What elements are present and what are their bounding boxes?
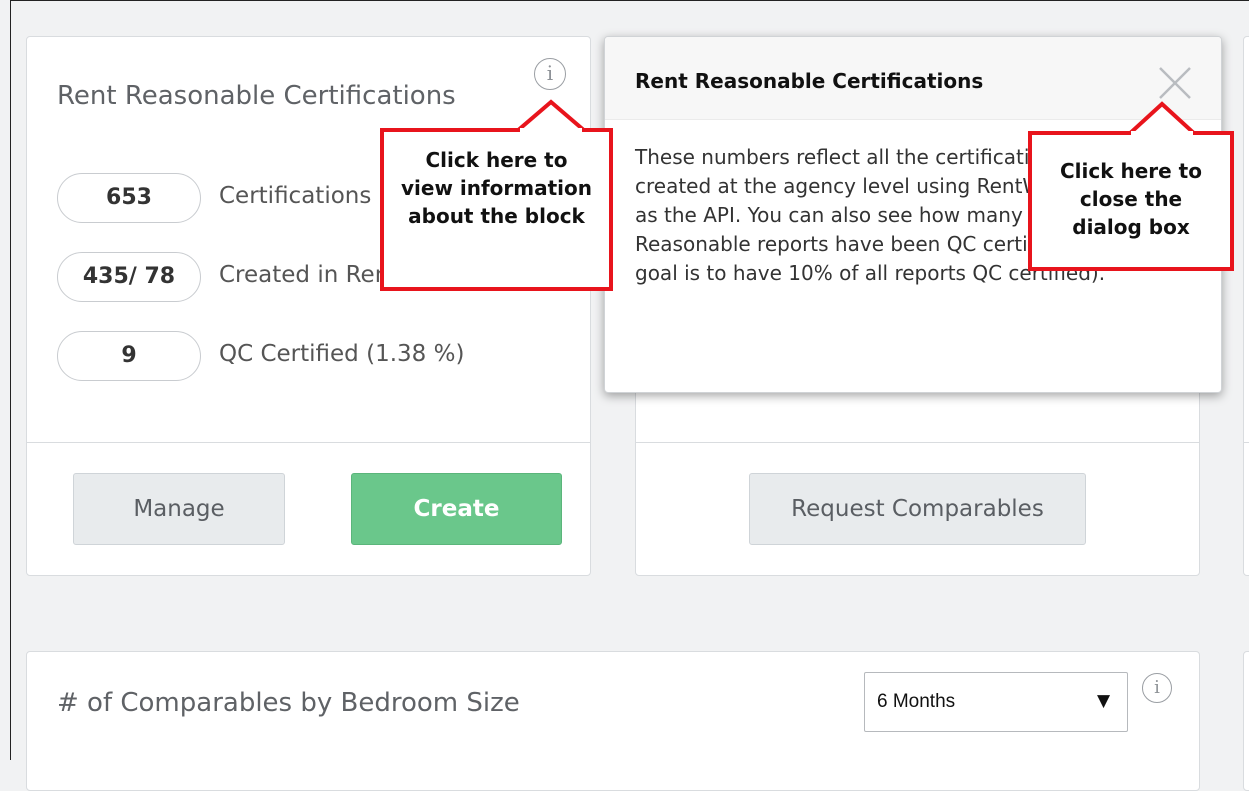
certifications-card: Rent Reasonable Certifications 653 Certi… xyxy=(26,36,591,576)
card-title: Rent Reasonable Certifications xyxy=(57,81,456,111)
stat-value: 9 xyxy=(57,331,201,381)
period-select-value: 6 Months xyxy=(877,691,956,712)
stat-label: QC Certified (1.38 %) xyxy=(219,341,465,367)
stat-value: 653 xyxy=(57,173,201,223)
info-callout: Click here to view information about the… xyxy=(380,128,613,291)
create-button[interactable]: Create xyxy=(351,473,562,545)
stat-label: Certifications xyxy=(219,183,372,209)
partial-card-right xyxy=(1243,651,1249,791)
popover-header: Rent Reasonable Certifications xyxy=(605,37,1221,120)
chevron-down-icon: ▼ xyxy=(1097,691,1111,711)
card-title: # of Comparables by Bedroom Size xyxy=(57,688,520,718)
close-callout: Click here to close the dialog box xyxy=(1028,131,1234,271)
stat-row-qc-certified: 9 QC Certified (1.38 %) xyxy=(57,331,577,383)
card-divider xyxy=(27,442,590,443)
card-divider xyxy=(636,442,1199,443)
frame-border-top xyxy=(10,0,1249,1)
request-comparables-button[interactable]: Request Comparables xyxy=(749,473,1086,545)
period-select[interactable]: 6 Months ▼ xyxy=(864,672,1128,732)
partial-card-right xyxy=(1243,36,1249,576)
callout-arrow-join xyxy=(1131,131,1193,137)
info-icon[interactable]: i xyxy=(534,58,566,90)
callout-arrow-join xyxy=(520,128,582,134)
close-icon[interactable] xyxy=(1157,65,1193,101)
manage-button[interactable]: Manage xyxy=(73,473,285,545)
card-divider xyxy=(1244,442,1249,443)
popover-title: Rent Reasonable Certifications xyxy=(635,69,984,93)
info-icon[interactable]: i xyxy=(1142,673,1172,703)
stat-value: 435/ 78 xyxy=(57,252,201,302)
frame-border-left xyxy=(10,0,11,760)
